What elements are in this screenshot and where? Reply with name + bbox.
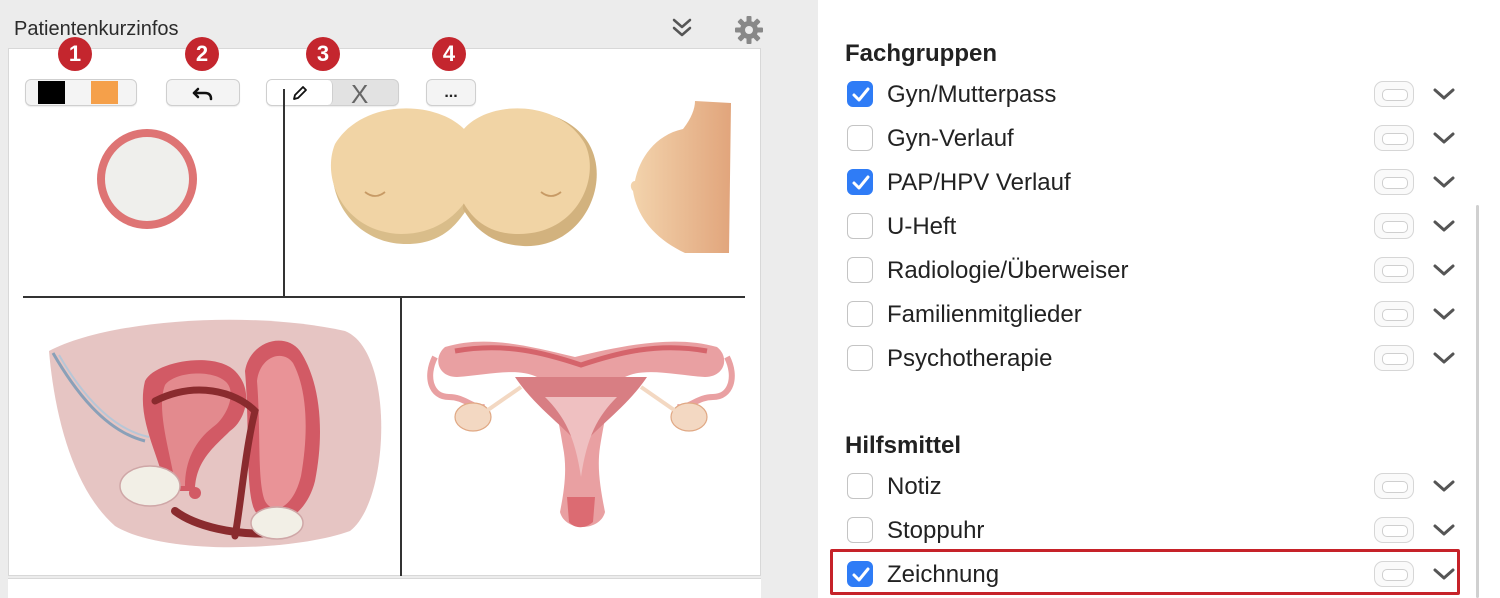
list-item[interactable]: U-Heft — [846, 207, 1458, 245]
badge-2: 2 — [185, 37, 219, 71]
item-label: Familienmitglieder — [887, 301, 1082, 328]
chevron-down-icon[interactable] — [1432, 476, 1456, 496]
pelvis-sagittal-illustration — [49, 319, 382, 548]
canvas-footer — [8, 578, 761, 598]
chevron-down-icon[interactable] — [1432, 260, 1456, 280]
checkbox[interactable] — [847, 257, 873, 283]
list-item[interactable]: Psychotherapie — [846, 339, 1458, 377]
item-toggle[interactable] — [1374, 473, 1414, 499]
chevron-down-icon[interactable] — [1432, 172, 1456, 192]
undo-button[interactable] — [166, 79, 240, 106]
color-picker[interactable] — [25, 79, 137, 106]
pencil-button[interactable] — [267, 80, 333, 105]
panel-separator — [768, 0, 795, 598]
item-label: Psychotherapie — [887, 345, 1053, 372]
item-toggle[interactable] — [1374, 257, 1414, 283]
list-item[interactable]: Gyn-Verlauf — [846, 119, 1458, 157]
divider-vertical-top — [283, 89, 285, 297]
item-toggle[interactable] — [1374, 125, 1414, 151]
more-options-button[interactable]: ... — [426, 79, 476, 106]
item-label: Gyn-Verlauf — [887, 125, 1014, 152]
chevron-down-icon[interactable] — [1432, 216, 1456, 236]
item-label: Radiologie/Überweiser — [887, 257, 1129, 284]
item-toggle[interactable] — [1374, 345, 1414, 371]
breast-side-illustration — [630, 101, 731, 253]
pencil-icon — [292, 85, 307, 100]
checkbox[interactable] — [847, 345, 873, 371]
list-item[interactable]: Notiz — [846, 467, 1458, 505]
item-label: Stoppuhr — [887, 517, 985, 544]
list-item[interactable]: Radiologie/Überweiser — [846, 251, 1458, 289]
list-item[interactable]: PAP/HPV Verlauf — [846, 163, 1458, 201]
item-toggle[interactable] — [1374, 81, 1414, 107]
double-chevron-down-icon[interactable] — [668, 14, 696, 42]
badge-3: 3 — [306, 37, 340, 71]
list-item[interactable]: Gyn/Mutterpass — [846, 75, 1458, 113]
panel-title: Patientenkurzinfos — [14, 18, 179, 40]
chevron-down-icon[interactable] — [1432, 304, 1456, 324]
checkbox[interactable] — [847, 517, 873, 543]
checkbox[interactable] — [847, 169, 873, 195]
pen-tool-group[interactable]: X — [266, 79, 399, 109]
item-toggle[interactable] — [1374, 169, 1414, 195]
app-window: Patientenkurzinfos 1 2 3 4 X ... Fachgru… — [0, 0, 1500, 598]
settings-panel: Fachgruppen Gyn/Mutterpass Gyn-Verlauf PAP… — [818, 0, 1500, 598]
highlight-box-zeichnung — [830, 549, 1460, 595]
item-toggle[interactable] — [1374, 517, 1414, 543]
section-heading-fachgruppen: Fachgruppen — [845, 40, 998, 67]
item-label: Gyn/Mutterpass — [887, 81, 1057, 108]
item-label: PAP/HPV Verlauf — [887, 169, 1071, 196]
checkbox[interactable] — [847, 125, 873, 151]
patient-info-panel: Patientenkurzinfos 1 2 3 4 X ... — [0, 0, 795, 598]
undo-icon — [192, 87, 213, 100]
checkbox[interactable] — [847, 301, 873, 327]
chevron-down-icon[interactable] — [1432, 520, 1456, 540]
checkbox[interactable] — [847, 213, 873, 239]
item-toggle[interactable] — [1374, 213, 1414, 239]
black-color-swatch[interactable] — [38, 81, 65, 104]
divider-horizontal — [23, 296, 745, 298]
gear-icon[interactable] — [733, 14, 765, 46]
chevron-down-icon[interactable] — [1432, 128, 1456, 148]
list-item[interactable]: Stoppuhr — [846, 511, 1458, 549]
scrollbar[interactable] — [1476, 205, 1479, 598]
checkbox[interactable] — [847, 81, 873, 107]
divider-vertical-bottom — [400, 296, 402, 576]
orange-color-swatch[interactable] — [91, 81, 118, 104]
chevron-down-icon[interactable] — [1432, 348, 1456, 368]
breasts-front-illustration — [330, 108, 597, 247]
checkbox[interactable] — [847, 473, 873, 499]
badge-4: 4 — [432, 37, 466, 71]
item-label: U-Heft — [887, 213, 957, 240]
cervix-illustration — [97, 129, 197, 229]
list-item[interactable]: Familienmitglieder — [846, 295, 1458, 333]
checkmark-icon — [852, 87, 870, 102]
item-label: Notiz — [887, 473, 942, 500]
drawing-canvas[interactable]: 1 2 3 4 X ... — [8, 37, 761, 576]
section-heading-hilfsmittel: Hilfsmittel — [845, 432, 962, 459]
checkmark-icon — [852, 175, 870, 190]
item-toggle[interactable] — [1374, 301, 1414, 327]
badge-1: 1 — [58, 37, 92, 71]
uterus-front-illustration — [427, 341, 735, 528]
chevron-down-icon[interactable] — [1432, 84, 1456, 104]
